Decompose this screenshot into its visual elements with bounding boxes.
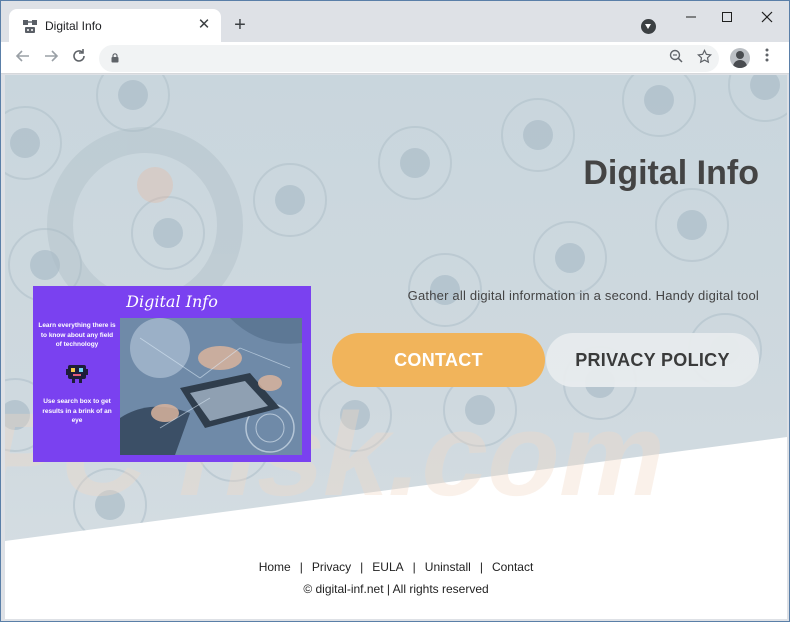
minimize-icon[interactable] <box>681 10 701 26</box>
footer-separator: | <box>412 560 416 574</box>
address-bar[interactable] <box>99 45 719 72</box>
new-tab-button[interactable]: + <box>230 15 250 35</box>
site-favicon-icon <box>23 20 37 33</box>
reload-icon[interactable] <box>69 48 89 68</box>
footer-link-home[interactable]: Home <box>259 560 291 574</box>
site-title: Digital Info <box>583 154 759 192</box>
close-tab-icon[interactable]: ✕ <box>195 16 213 34</box>
close-window-icon[interactable] <box>757 10 777 26</box>
maximize-icon[interactable] <box>717 10 737 26</box>
promo-laptop-photo <box>120 318 302 455</box>
more-menu-icon[interactable] <box>761 48 773 68</box>
profile-avatar-icon[interactable] <box>730 48 750 68</box>
browser-toolbar <box>1 42 789 74</box>
privacy-policy-button[interactable]: PRIVACY POLICY <box>546 333 759 387</box>
footer-separator: | <box>479 560 483 574</box>
tab-title: Digital Info <box>45 19 102 33</box>
footer-link-eula[interactable]: EULA <box>372 560 403 574</box>
robot-icon <box>66 365 88 383</box>
contact-button[interactable]: CONTACT <box>332 333 545 387</box>
promo-text-bottom: Use search box to get results in a brink… <box>42 398 112 424</box>
tab-strip: Digital Info ✕ + <box>1 1 789 43</box>
site-tagline: Gather all digital information in a seco… <box>407 288 759 303</box>
zoom-icon[interactable] <box>667 49 685 67</box>
promo-title: Digital Info <box>126 292 218 311</box>
back-icon[interactable] <box>13 48 33 68</box>
footer-link-uninstall[interactable]: Uninstall <box>425 560 471 574</box>
forward-icon[interactable] <box>41 48 61 68</box>
promo-banner: Digital Info Learn everything there is t… <box>33 286 311 462</box>
copyright-text: © digital-inf.net | All rights reserved <box>303 582 489 596</box>
browser-window: Digital Info ✕ + PC risk.com Digital Inf… <box>0 0 790 622</box>
browser-tab[interactable]: Digital Info ✕ <box>9 9 221 43</box>
footer-separator: | <box>360 560 364 574</box>
footer-link-contact[interactable]: Contact <box>492 560 533 574</box>
lock-icon <box>111 53 119 63</box>
bookmark-star-icon[interactable] <box>695 48 713 67</box>
footer-link-privacy[interactable]: Privacy <box>312 560 351 574</box>
footer-links: Home | Privacy | EULA | Uninstall | Contact <box>5 560 787 574</box>
tab-search-icon[interactable] <box>641 19 656 34</box>
page-viewport: PC risk.com Digital Info Gather all digi… <box>5 75 787 619</box>
footer-separator: | <box>299 560 303 574</box>
promo-text-top: Learn everything there is to know about … <box>38 322 116 348</box>
